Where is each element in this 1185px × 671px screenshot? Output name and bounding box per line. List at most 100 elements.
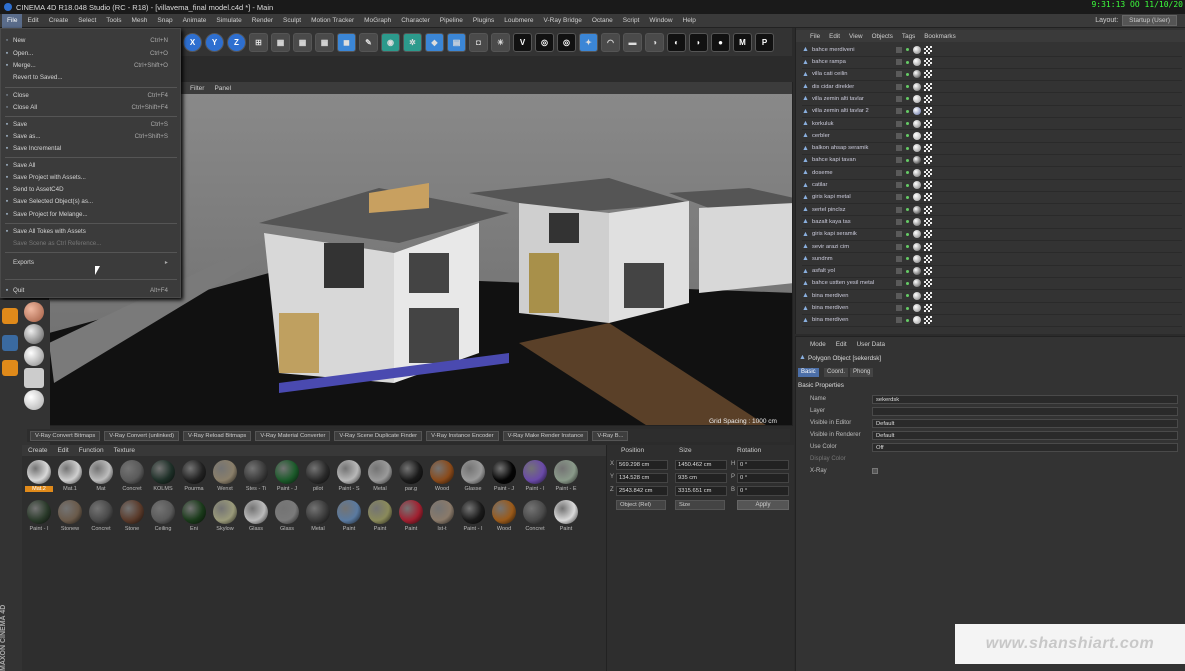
visibility-toggle[interactable] bbox=[896, 108, 902, 115]
material-menu-texture[interactable]: Texture bbox=[114, 447, 135, 454]
chrome-ball-icon[interactable] bbox=[24, 346, 44, 366]
visibility-toggle[interactable] bbox=[896, 46, 902, 53]
vray-render-instance-button[interactable]: V-Ray Make Render Instance bbox=[502, 430, 589, 441]
object-row[interactable]: ▲ bazalt kaya tas bbox=[802, 216, 1182, 229]
material-swatch[interactable]: pilot bbox=[304, 459, 332, 495]
subdivision-icon[interactable]: ◉ bbox=[381, 32, 400, 52]
vray-convert-bitmaps-button[interactable]: V-Ray Convert Bitmaps bbox=[30, 430, 101, 441]
object-row[interactable]: ▲ bahce merdiveni bbox=[802, 44, 1182, 57]
material-swatch[interactable]: Paint bbox=[552, 499, 580, 535]
material-swatch[interactable]: KOLMS bbox=[149, 459, 177, 495]
file-menu-save[interactable]: ▪ Save Ctrl+S bbox=[1, 119, 180, 130]
visibility-toggle[interactable] bbox=[896, 59, 902, 66]
visibility-toggle[interactable] bbox=[896, 194, 902, 201]
vray-reload-bitmaps-button[interactable]: V-Ray Reload Bitmaps bbox=[183, 430, 252, 441]
material-swatch[interactable]: Concret bbox=[521, 499, 549, 535]
object-row[interactable]: ▲ korkuluk bbox=[802, 118, 1182, 131]
uvw-tag-icon[interactable] bbox=[924, 119, 932, 128]
menu-window[interactable]: Window bbox=[644, 14, 677, 28]
size-z-field[interactable]: 3315.651 cm bbox=[675, 486, 727, 496]
uvw-tag-icon[interactable] bbox=[924, 217, 932, 226]
object-row[interactable]: ▲ giris kapi metal bbox=[802, 192, 1182, 205]
axis-mode-icon[interactable] bbox=[2, 360, 18, 376]
viewport-menu-panel[interactable]: Panel bbox=[214, 85, 231, 92]
visibility-toggle[interactable] bbox=[896, 231, 902, 238]
light-icon[interactable]: ☀ bbox=[491, 32, 510, 52]
coordinate-mode-dropdown[interactable]: Object (Rel) bbox=[616, 500, 666, 510]
file-menu-merge[interactable]: ▪ Merge... Ctrl+Shift+O bbox=[1, 60, 180, 71]
camera-icon[interactable]: ◘ bbox=[469, 32, 488, 52]
enabled-dot[interactable] bbox=[906, 146, 909, 150]
material-swatch[interactable]: Ist-t bbox=[428, 499, 456, 535]
uvw-tag-icon[interactable] bbox=[924, 230, 932, 239]
file-menu-save-project-assets[interactable]: ▪ Save Project with Assets... bbox=[1, 172, 180, 183]
apply-button[interactable]: Apply bbox=[737, 500, 789, 510]
enabled-dot[interactable] bbox=[906, 245, 909, 249]
edit-render-settings-icon[interactable]: ▦ bbox=[315, 32, 334, 52]
menu-tools[interactable]: Tools bbox=[101, 14, 126, 28]
menu-simulate[interactable]: Simulate bbox=[211, 14, 246, 28]
layer-field[interactable] bbox=[872, 407, 1178, 416]
texture-mode-icon[interactable] bbox=[2, 308, 18, 324]
object-row[interactable]: ▲ asfalt yol bbox=[802, 265, 1182, 278]
vray-convert-unlinked-button[interactable]: V-Ray Convert (unlinked) bbox=[104, 430, 180, 441]
pen-icon[interactable]: ✎ bbox=[359, 32, 378, 52]
visibility-toggle[interactable] bbox=[896, 317, 902, 324]
visibility-toggle[interactable] bbox=[896, 182, 902, 189]
xray-checkbox[interactable] bbox=[872, 468, 878, 474]
material-tag-icon[interactable] bbox=[913, 205, 921, 214]
enabled-dot[interactable] bbox=[906, 60, 909, 64]
visibility-toggle[interactable] bbox=[896, 218, 902, 225]
visibility-toggle[interactable] bbox=[896, 268, 902, 275]
metal-ball-icon[interactable] bbox=[24, 324, 44, 344]
object-row[interactable]: ▲ villa cati ceilin bbox=[802, 69, 1182, 82]
x-axis-icon[interactable]: X bbox=[183, 32, 202, 52]
file-menu-send-assetc4d[interactable]: ▪ Send to AssetC4D bbox=[1, 184, 180, 195]
visibility-toggle[interactable] bbox=[896, 280, 902, 287]
deformer-icon[interactable]: ◆ bbox=[425, 32, 444, 52]
objects-menu-edit[interactable]: Edit bbox=[829, 33, 840, 40]
y-axis-icon[interactable]: Y bbox=[205, 32, 224, 52]
z-axis-icon[interactable]: Z bbox=[227, 32, 246, 52]
material-swatch[interactable]: Concret bbox=[87, 499, 115, 535]
material-swatch[interactable]: Glass bbox=[273, 499, 301, 535]
vfb-icon[interactable]: V bbox=[513, 32, 532, 52]
menu-mograph[interactable]: MoGraph bbox=[359, 14, 396, 28]
mesh-light-icon[interactable]: ◑ bbox=[645, 32, 664, 52]
uvw-tag-icon[interactable] bbox=[924, 70, 932, 79]
object-row[interactable]: ▲ bina merdiven bbox=[802, 302, 1182, 315]
material-menu-edit[interactable]: Edit bbox=[58, 447, 69, 454]
uvw-tag-icon[interactable] bbox=[924, 58, 932, 67]
file-menu-new[interactable]: ▫ New Ctrl+N bbox=[1, 35, 180, 46]
material-swatch[interactable]: Stes - Ti bbox=[242, 459, 270, 495]
menu-render[interactable]: Render bbox=[247, 14, 278, 28]
enabled-dot[interactable] bbox=[906, 208, 909, 212]
uvw-tag-icon[interactable] bbox=[924, 156, 932, 165]
material-tag-icon[interactable] bbox=[913, 58, 921, 67]
enabled-dot[interactable] bbox=[906, 85, 909, 89]
file-menu-save-melange[interactable]: ▪ Save Project for Melange... bbox=[1, 209, 180, 220]
menu-pipeline[interactable]: Pipeline bbox=[435, 14, 468, 28]
rotation-h-field[interactable]: 0 ° bbox=[737, 460, 789, 470]
material-swatch[interactable]: Ceiling bbox=[149, 499, 177, 535]
menu-help[interactable]: Help bbox=[678, 14, 701, 28]
file-menu-close-all[interactable]: ▫ Close All Ctrl+Shift+F4 bbox=[1, 102, 180, 113]
menu-sculpt[interactable]: Sculpt bbox=[278, 14, 306, 28]
material-tag-icon[interactable] bbox=[913, 168, 921, 177]
material-swatch[interactable]: Skylow bbox=[211, 499, 239, 535]
uvw-tag-icon[interactable] bbox=[924, 131, 932, 140]
object-row[interactable]: ▲ balkon ahsap seramik bbox=[802, 142, 1182, 155]
uvw-tag-icon[interactable] bbox=[924, 45, 932, 54]
uvw-tag-icon[interactable] bbox=[924, 279, 932, 288]
enabled-dot[interactable] bbox=[906, 220, 909, 224]
visibility-toggle[interactable] bbox=[896, 255, 902, 262]
enabled-dot[interactable] bbox=[906, 97, 909, 101]
menu-file[interactable]: File bbox=[2, 13, 23, 28]
object-row[interactable]: ▲ bahce ustten yesil metal bbox=[802, 278, 1182, 291]
menu-plugins[interactable]: Plugins bbox=[468, 14, 499, 28]
uvw-tag-icon[interactable] bbox=[924, 107, 932, 116]
enabled-dot[interactable] bbox=[906, 72, 909, 76]
position-y-field[interactable]: 134.528 cm bbox=[616, 473, 668, 483]
file-menu-exports[interactable]: Exports ▸ bbox=[1, 257, 180, 268]
material-swatch[interactable]: Pourma bbox=[180, 459, 208, 495]
